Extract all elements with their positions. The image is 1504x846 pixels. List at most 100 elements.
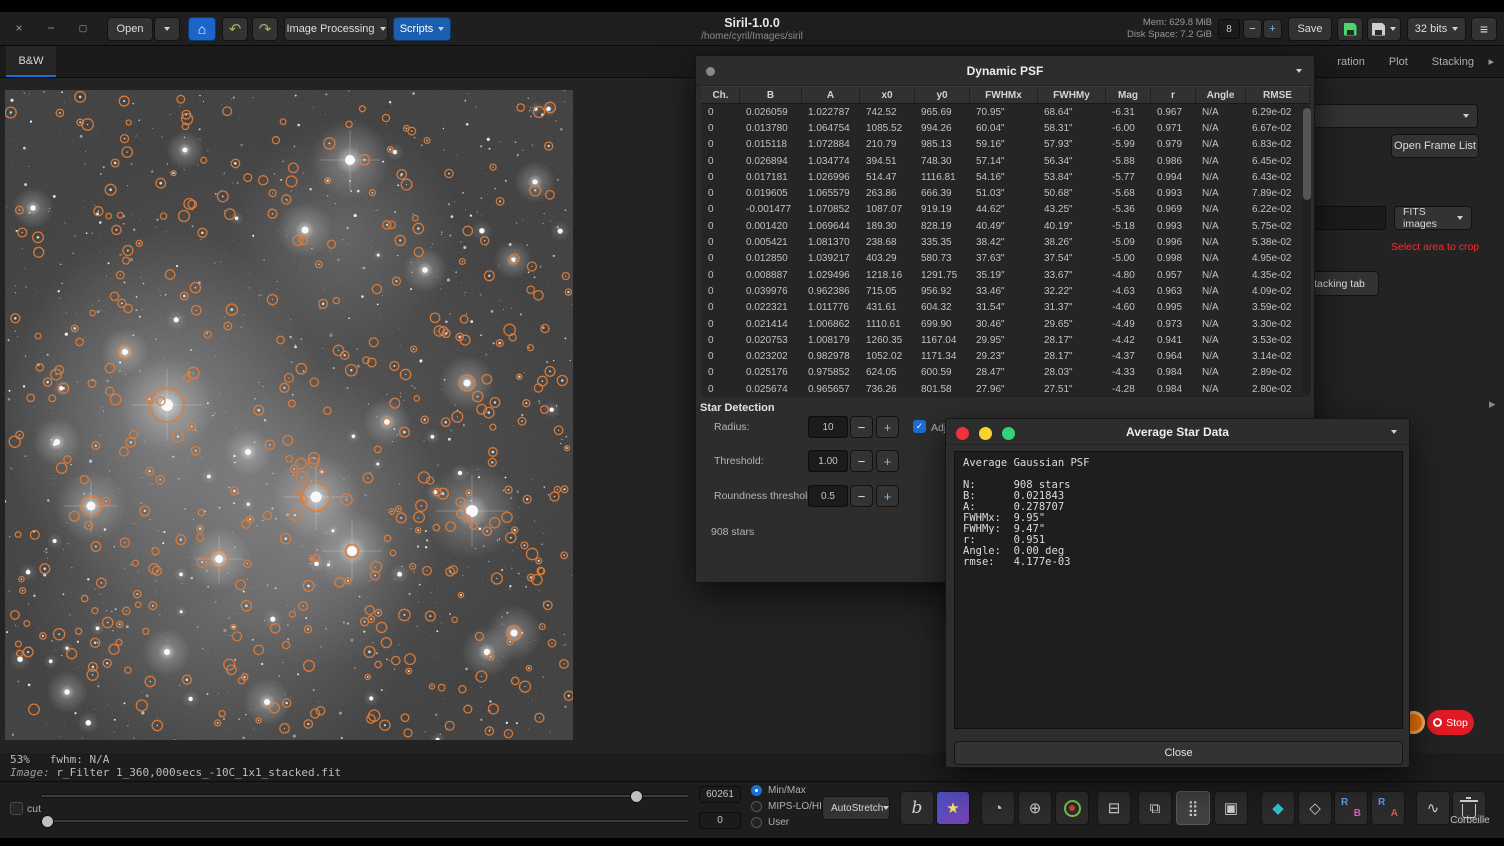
rgb-align-button[interactable]: RB: [1334, 791, 1368, 825]
roundness-plus-button[interactable]: +: [876, 485, 899, 507]
table-row[interactable]: 0 0.026894 1.034774 394.51 748.30 57.14" 56.34…: [702, 153, 1310, 169]
collapse-chevron-icon[interactable]: [1296, 69, 1302, 73]
threshold-plus-button[interactable]: +: [876, 450, 899, 472]
column-header[interactable]: A: [802, 87, 860, 103]
column-header[interactable]: r: [1151, 87, 1196, 103]
fits-images-combo[interactable]: FITS images: [1394, 206, 1472, 230]
close-button[interactable]: Close: [954, 741, 1403, 765]
export-button[interactable]: ⧉: [1138, 791, 1172, 825]
home-button[interactable]: ⌂: [188, 17, 216, 41]
tab-bw[interactable]: B&W: [6, 46, 56, 77]
lo-value-input[interactable]: 0: [699, 812, 741, 829]
mode-radio-row[interactable]: User: [751, 816, 789, 828]
tab-scroll-arrow[interactable]: ▸: [1488, 55, 1494, 68]
column-header[interactable]: B: [740, 87, 802, 103]
roundness-minus-button[interactable]: −: [850, 485, 873, 507]
threads-plus-button[interactable]: +: [1263, 19, 1282, 39]
tab-plot[interactable]: Plot: [1389, 56, 1408, 68]
diamond-filled-button[interactable]: ◆: [1261, 791, 1295, 825]
hamburger-menu-button[interactable]: ≡: [1471, 17, 1497, 41]
hi-value-input[interactable]: 60261: [699, 786, 741, 803]
psf-dialog-header[interactable]: Dynamic PSF: [696, 56, 1314, 86]
clock-button[interactable]: ◔: [981, 791, 1015, 825]
table-row[interactable]: 0 0.022321 1.011776 431.61 604.32 31.54" 31.37…: [702, 300, 1310, 316]
table-row[interactable]: 0 0.012850 1.039217 403.29 580.73 37.63" 37.54…: [702, 251, 1310, 267]
tab-ration[interactable]: ration: [1337, 56, 1365, 68]
redo-button[interactable]: ↷: [252, 17, 278, 41]
column-header[interactable]: x0: [860, 87, 915, 103]
table-row[interactable]: 0 0.020753 1.008179 1260.35 1167.04 29.95" 28.…: [702, 332, 1310, 348]
column-header[interactable]: RMSE: [1246, 87, 1310, 103]
threshold-minus-button[interactable]: −: [850, 450, 873, 472]
diamond-outline-button[interactable]: ◇: [1298, 791, 1332, 825]
grid-dots-button[interactable]: ⣿: [1176, 791, 1210, 825]
table-row[interactable]: 0 0.008887 1.029496 1218.16 1291.75 35.19" 33.…: [702, 267, 1310, 283]
dialog-close-button[interactable]: [956, 427, 969, 440]
autostretch-combo[interactable]: AutoStretch: [822, 796, 890, 820]
star-annotation-button[interactable]: ★: [936, 791, 970, 825]
column-header[interactable]: FWHMx: [970, 87, 1038, 103]
open-button[interactable]: Open: [107, 17, 153, 41]
table-row[interactable]: 0 0.025674 0.965657 736.26 801.58 27.96" 27.51…: [702, 381, 1310, 397]
lo-slider[interactable]: [40, 819, 690, 823]
table-row[interactable]: 0 0.017181 1.026996 514.47 1116.81 54.16" 53.8…: [702, 169, 1310, 185]
open-frame-list-button[interactable]: Open Frame List: [1391, 134, 1479, 158]
restore-window-button[interactable]: ▢: [74, 21, 92, 37]
table-row[interactable]: 0 0.019605 1.065579 263.86 666.39 51.03" 50.68…: [702, 185, 1310, 201]
letter-b-button[interactable]: b: [900, 791, 934, 825]
table-row[interactable]: 0 0.025176 0.975852 624.05 600.59 28.47" 28.03…: [702, 365, 1310, 381]
minus-box-button[interactable]: ⊟: [1097, 791, 1131, 825]
bit-depth-combo[interactable]: 32 bits: [1407, 17, 1466, 41]
column-header[interactable]: Mag: [1106, 87, 1151, 103]
dialog-maximize-button[interactable]: [1002, 427, 1015, 440]
table-row[interactable]: 0 0.026059 1.022787 742.52 965.69 70.95" 68.64…: [702, 104, 1310, 120]
save-button[interactable]: Save: [1288, 17, 1332, 41]
close-window-button[interactable]: ×: [10, 21, 28, 37]
photo-button[interactable]: ▣: [1214, 791, 1248, 825]
mode-radio-row[interactable]: MIPS-LO/HI: [751, 800, 822, 812]
table-row[interactable]: 0 -0.001477 1.070852 1087.07 919.19 44.62" 43.…: [702, 202, 1310, 218]
avg-dialog-header[interactable]: Average Star Data: [946, 419, 1409, 445]
dialog-minimize-button[interactable]: [979, 427, 992, 440]
table-row[interactable]: 0 0.001420 1.069644 189.30 828.19 40.49" 40.19…: [702, 218, 1310, 234]
lo-slider-handle[interactable]: [41, 815, 54, 828]
save-as-dropdown-button[interactable]: [1367, 17, 1401, 41]
table-row[interactable]: 0 0.039976 0.962386 715.05 956.92 33.46" 32.22…: [702, 283, 1310, 299]
table-row[interactable]: 0 0.013780 1.064754 1085.52 994.26 60.04" 58.3…: [702, 120, 1310, 136]
column-header[interactable]: Angle: [1196, 87, 1246, 103]
column-header[interactable]: FWHMy: [1038, 87, 1106, 103]
radius-plus-button[interactable]: +: [876, 416, 899, 438]
cut-checkbox[interactable]: [10, 802, 23, 815]
minimize-window-button[interactable]: −: [42, 21, 60, 37]
save-green-button[interactable]: [1337, 17, 1363, 41]
threads-input[interactable]: 8: [1218, 19, 1240, 39]
table-row[interactable]: 0 0.005421 1.081370 238.68 335.35 38.42" 38.26…: [702, 234, 1310, 250]
table-scrollbar[interactable]: [1303, 106, 1311, 394]
radius-input[interactable]: 10: [808, 416, 848, 438]
panel-expand-arrow[interactable]: ▸: [1489, 396, 1496, 412]
image-processing-menu[interactable]: Image Processing: [284, 17, 388, 41]
open-dropdown-button[interactable]: [154, 17, 180, 41]
table-row[interactable]: 0 0.015118 1.072884 210.79 985.13 59.16" 57.93…: [702, 137, 1310, 153]
hi-slider[interactable]: [40, 794, 690, 798]
threads-minus-button[interactable]: −: [1243, 19, 1262, 39]
adjust-checkbox[interactable]: ✓: [913, 420, 926, 433]
mode-radio-row[interactable]: Min/Max: [751, 784, 806, 796]
tab-stacking[interactable]: Stacking: [1432, 56, 1474, 68]
column-header[interactable]: Ch.: [702, 87, 740, 103]
image-viewport[interactable]: [5, 90, 573, 740]
column-header[interactable]: y0: [915, 87, 970, 103]
collapse-chevron-icon[interactable]: [1391, 430, 1397, 434]
hi-slider-handle[interactable]: [630, 790, 643, 803]
scripts-menu[interactable]: Scripts: [393, 17, 451, 41]
ra-pin-button[interactable]: RA: [1371, 791, 1405, 825]
table-row[interactable]: 0 0.021414 1.006862 1110.61 699.90 30.46" 29.6…: [702, 316, 1310, 332]
undo-button[interactable]: ↶: [222, 17, 248, 41]
table-scrollbar-thumb[interactable]: [1303, 108, 1311, 200]
threshold-input[interactable]: 1.00: [808, 450, 848, 472]
table-row[interactable]: 0 0.023202 0.982978 1052.02 1171.34 29.23" 28.…: [702, 348, 1310, 364]
target-button[interactable]: [1055, 791, 1089, 825]
radius-minus-button[interactable]: −: [850, 416, 873, 438]
globe-button[interactable]: ⊕: [1018, 791, 1052, 825]
roundness-input[interactable]: 0.5: [808, 485, 848, 507]
